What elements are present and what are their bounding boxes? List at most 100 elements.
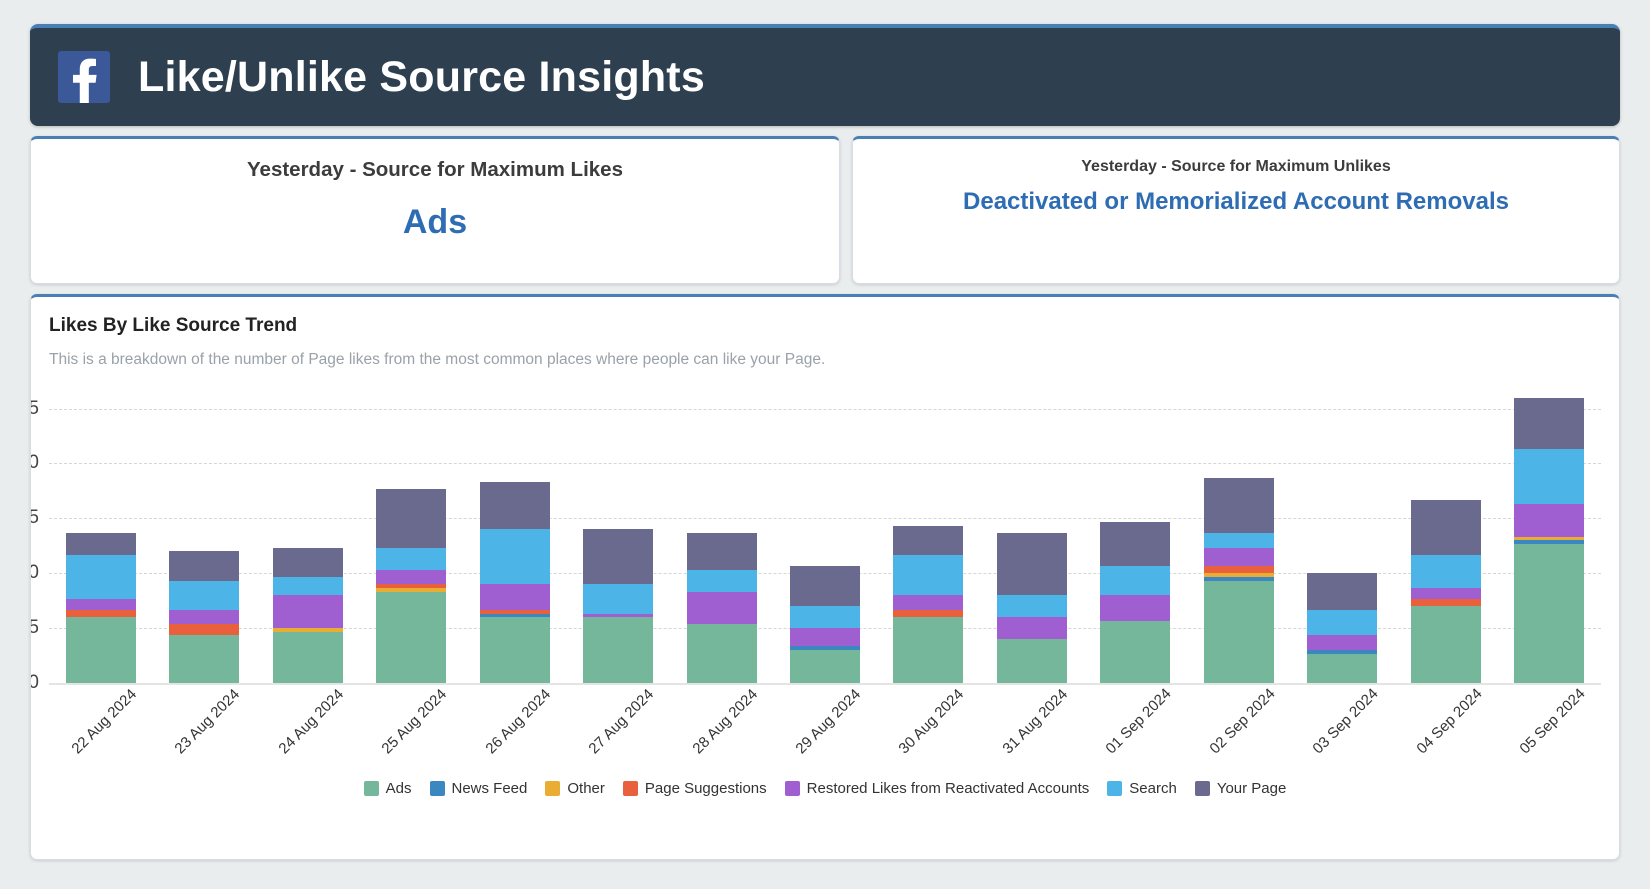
bar-segment[interactable]: [583, 584, 654, 614]
bar-segment[interactable]: [1203, 580, 1274, 683]
bar-segment[interactable]: [169, 551, 240, 581]
bar-column[interactable]: 01 Sep 2024: [1084, 383, 1187, 757]
bar-column[interactable]: 05 Sep 2024: [1498, 383, 1601, 757]
bar-stack[interactable]: [1307, 573, 1378, 683]
bar-column[interactable]: 25 Aug 2024: [359, 383, 462, 757]
bar-segment[interactable]: [996, 639, 1067, 683]
bar-column[interactable]: 27 Aug 2024: [566, 383, 669, 757]
bar-stack[interactable]: [65, 533, 136, 683]
legend-item[interactable]: Ads: [363, 780, 412, 797]
bar-segment[interactable]: [169, 624, 240, 636]
bar-segment[interactable]: [790, 650, 861, 683]
bar-stack[interactable]: [1410, 500, 1481, 683]
bar-stack[interactable]: [1203, 478, 1274, 683]
bar-column[interactable]: 04 Sep 2024: [1394, 383, 1497, 757]
bar-segment[interactable]: [1307, 635, 1378, 651]
bar-stack[interactable]: [1514, 397, 1585, 683]
bar-segment[interactable]: [790, 628, 861, 647]
bar-stack[interactable]: [996, 533, 1067, 683]
bar-stack[interactable]: [169, 551, 240, 683]
bar-segment[interactable]: [376, 591, 447, 683]
bar-segment[interactable]: [479, 481, 550, 530]
bar-segment[interactable]: [1100, 620, 1171, 683]
bar-segment[interactable]: [1514, 448, 1585, 504]
bar-segment[interactable]: [1307, 573, 1378, 610]
legend-item[interactable]: Your Page: [1194, 780, 1286, 797]
bar-segment[interactable]: [583, 617, 654, 683]
bar-segment[interactable]: [893, 609, 964, 618]
bar-segment[interactable]: [893, 525, 964, 555]
legend-item[interactable]: Search: [1107, 780, 1177, 797]
bar-segment[interactable]: [1100, 565, 1171, 596]
bar-stack[interactable]: [1100, 522, 1171, 683]
bar-segment[interactable]: [996, 595, 1067, 618]
legend-item[interactable]: Restored Likes from Reactivated Accounts: [784, 780, 1089, 797]
bar-segment[interactable]: [169, 580, 240, 610]
bar-segment[interactable]: [272, 547, 343, 577]
bar-segment[interactable]: [65, 617, 136, 683]
bar-segment[interactable]: [65, 533, 136, 555]
bar-column[interactable]: 31 Aug 2024: [980, 383, 1083, 757]
bar-segment[interactable]: [893, 554, 964, 596]
bar-segment[interactable]: [1307, 609, 1378, 636]
bar-segment[interactable]: [686, 569, 757, 592]
bar-segment[interactable]: [1100, 595, 1171, 621]
bar-segment[interactable]: [1410, 587, 1481, 599]
bar-segment[interactable]: [893, 595, 964, 610]
bar-stack[interactable]: [790, 565, 861, 683]
bar-stack[interactable]: [686, 533, 757, 683]
bar-segment[interactable]: [376, 489, 447, 548]
bar-segment[interactable]: [996, 617, 1067, 640]
kpi-card-max-likes[interactable]: Yesterday - Source for Maximum Likes Ads: [30, 136, 840, 284]
bar-segment[interactable]: [686, 591, 757, 625]
bar-column[interactable]: 23 Aug 2024: [152, 383, 255, 757]
legend-item[interactable]: Page Suggestions: [622, 780, 767, 797]
bar-segment[interactable]: [1410, 554, 1481, 588]
bar-stack[interactable]: [376, 489, 447, 683]
bar-segment[interactable]: [1410, 598, 1481, 607]
bar-segment[interactable]: [1203, 565, 1274, 574]
kpi-card-max-unlikes[interactable]: Yesterday - Source for Maximum Unlikes D…: [852, 136, 1620, 284]
bar-segment[interactable]: [1410, 500, 1481, 555]
bar-segment[interactable]: [790, 565, 861, 607]
bar-segment[interactable]: [479, 529, 550, 585]
bar-segment[interactable]: [583, 529, 654, 585]
bar-segment[interactable]: [1514, 397, 1585, 449]
bar-column[interactable]: 26 Aug 2024: [463, 383, 566, 757]
bar-segment[interactable]: [272, 576, 343, 596]
bar-segment[interactable]: [376, 569, 447, 585]
bar-segment[interactable]: [1514, 543, 1585, 683]
bar-segment[interactable]: [169, 635, 240, 683]
bar-segment[interactable]: [1203, 547, 1274, 566]
bar-column[interactable]: 02 Sep 2024: [1187, 383, 1290, 757]
bar-stack[interactable]: [893, 525, 964, 683]
bar-segment[interactable]: [1100, 522, 1171, 566]
bar-segment[interactable]: [1307, 653, 1378, 683]
legend-item[interactable]: Other: [545, 780, 605, 797]
bar-column[interactable]: 30 Aug 2024: [877, 383, 980, 757]
bar-stack[interactable]: [272, 547, 343, 683]
bar-segment[interactable]: [1203, 533, 1274, 548]
bar-segment[interactable]: [686, 624, 757, 683]
bar-segment[interactable]: [1514, 503, 1585, 537]
bar-segment[interactable]: [65, 598, 136, 610]
bar-stack[interactable]: [479, 481, 550, 683]
bar-segment[interactable]: [272, 631, 343, 683]
legend-item[interactable]: News Feed: [429, 780, 527, 797]
bar-segment[interactable]: [65, 609, 136, 618]
bar-segment[interactable]: [1410, 606, 1481, 683]
bar-segment[interactable]: [479, 617, 550, 683]
bar-column[interactable]: 22 Aug 2024: [49, 383, 152, 757]
bar-segment[interactable]: [272, 595, 343, 629]
bar-segment[interactable]: [893, 617, 964, 683]
bar-column[interactable]: 29 Aug 2024: [773, 383, 876, 757]
bar-segment[interactable]: [376, 547, 447, 570]
bar-column[interactable]: 28 Aug 2024: [670, 383, 773, 757]
bar-segment[interactable]: [169, 609, 240, 625]
bar-segment[interactable]: [479, 584, 550, 610]
bar-segment[interactable]: [65, 554, 136, 599]
bar-segment[interactable]: [686, 533, 757, 570]
bar-segment[interactable]: [790, 606, 861, 629]
bar-column[interactable]: 24 Aug 2024: [256, 383, 359, 757]
bar-segment[interactable]: [996, 533, 1067, 596]
